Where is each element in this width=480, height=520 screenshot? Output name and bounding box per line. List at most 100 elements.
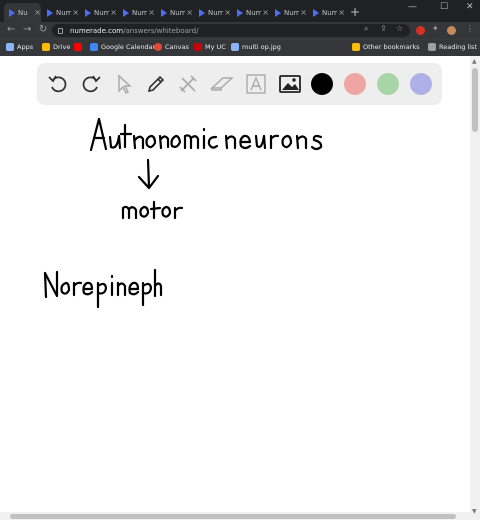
tab-label: Nume <box>94 8 110 17</box>
bookmark-multi-op[interactable]: multi op.jpg <box>231 43 281 51</box>
text-icon[interactable] <box>243 72 269 96</box>
numerade-tab-icon <box>123 8 129 17</box>
tab-4[interactable]: Nume × <box>118 3 155 22</box>
tab-close-icon[interactable]: × <box>110 8 117 17</box>
image-icon[interactable] <box>277 72 303 96</box>
handwriting-autonomic-neurons <box>89 117 323 152</box>
numerade-tab-icon <box>161 8 167 17</box>
close-window-icon[interactable]: ✕ <box>466 2 474 12</box>
vertical-scrollbar[interactable]: ▲ ▼ <box>470 56 480 520</box>
bookmark-youtube[interactable] <box>74 43 85 51</box>
bookmark-canvas[interactable]: Canvas <box>154 43 189 51</box>
bookmark-label: Reading list <box>439 43 477 51</box>
numerade-tab-icon <box>237 8 243 17</box>
handwriting-norepineph <box>43 268 163 309</box>
tab-label: Nume <box>284 8 300 17</box>
tab-strip: Nu × Nume × Nume × Nume × Nume × Nume × <box>0 0 480 22</box>
profile-avatar[interactable] <box>447 26 456 35</box>
browser-chrome: Nu × Nume × Nume × Nume × Nume × Nume × <box>0 0 480 56</box>
browser-toolbar: ← → ↻ numerade.com /answers/whiteboard/ … <box>0 22 480 39</box>
eraser-icon[interactable] <box>209 72 235 96</box>
tab-3[interactable]: Nume × <box>80 3 117 22</box>
tab-9[interactable]: Nume × <box>308 3 345 22</box>
folder-icon <box>352 43 360 51</box>
numerade-tab-icon <box>85 8 91 17</box>
bookmark-star-icon[interactable]: ☆ <box>396 24 403 33</box>
calendar-icon <box>90 43 98 51</box>
tab-close-icon[interactable]: × <box>300 8 307 17</box>
bookmark-label: Drive <box>53 43 71 51</box>
reading-list[interactable]: Reading list <box>428 43 477 51</box>
new-tab-button[interactable]: + <box>350 5 360 19</box>
horizontal-scroll-thumb[interactable] <box>10 514 456 519</box>
bookmark-label: Google Calendar <box>101 43 156 51</box>
tab-label: Nume <box>322 8 338 17</box>
tab-close-icon[interactable]: × <box>72 8 79 17</box>
scroll-up-icon[interactable]: ▲ <box>472 58 477 65</box>
redo-icon[interactable] <box>78 72 104 96</box>
tab-label: Nume <box>56 8 72 17</box>
undo-icon[interactable] <box>45 72 71 96</box>
search-icon[interactable]: ⌕ <box>364 24 368 34</box>
bookmark-label: Canvas <box>165 43 189 51</box>
handwriting-motor <box>121 200 184 220</box>
tools-icon[interactable] <box>175 72 201 96</box>
color-pink-swatch[interactable] <box>344 73 366 95</box>
tab-close-icon[interactable]: × <box>148 8 155 17</box>
pen-icon[interactable] <box>143 72 169 96</box>
color-green-swatch[interactable] <box>377 73 399 95</box>
address-bar[interactable]: numerade.com /answers/whiteboard/ <box>52 24 410 37</box>
tab-close-icon[interactable]: × <box>186 8 193 17</box>
bookmark-label: My UC <box>205 43 226 51</box>
image-file-icon <box>231 43 239 51</box>
numerade-tab-icon <box>275 8 281 17</box>
color-black-swatch[interactable] <box>311 73 333 95</box>
bookmark-label: multi op.jpg <box>242 43 281 51</box>
bookmark-label: Apps <box>17 43 34 51</box>
tab-close-icon[interactable]: × <box>338 8 345 17</box>
youtube-icon <box>74 43 82 51</box>
other-bookmarks[interactable]: Other bookmarks <box>352 43 420 51</box>
scroll-down-icon[interactable]: ▼ <box>472 508 477 515</box>
reload-icon[interactable]: ↻ <box>39 24 47 35</box>
tab-5[interactable]: Nume × <box>156 3 193 22</box>
scroll-thumb[interactable] <box>472 68 478 132</box>
extension-icon[interactable] <box>416 26 425 35</box>
tab-label: Nu <box>18 8 28 17</box>
tab-1[interactable]: Nu × <box>4 3 41 22</box>
tab-7[interactable]: Nume × <box>232 3 269 22</box>
minimize-icon[interactable]: — <box>408 2 417 12</box>
color-lavender-swatch[interactable] <box>410 73 432 95</box>
numerade-tab-icon <box>199 8 205 17</box>
apps-grid-icon <box>6 43 14 51</box>
drive-icon <box>42 43 50 51</box>
select-icon[interactable] <box>111 72 137 96</box>
tab-2[interactable]: Nume × <box>42 3 79 22</box>
extensions-puzzle-icon[interactable]: ✦ <box>432 24 439 33</box>
maximize-icon[interactable]: ☐ <box>440 2 448 12</box>
numerade-tab-icon <box>47 8 53 17</box>
tab-close-icon[interactable]: × <box>262 8 269 17</box>
back-icon[interactable]: ← <box>7 24 15 35</box>
bookmark-apps[interactable]: Apps <box>6 43 33 51</box>
tab-close-icon[interactable]: × <box>34 8 41 17</box>
forward-icon[interactable]: → <box>23 24 31 35</box>
down-arrow-drawing <box>137 158 160 190</box>
uc-shield-icon <box>194 43 202 51</box>
bookmarks-bar: Apps Drive Google Calendar Canvas My UC … <box>0 39 480 56</box>
browser-menu-icon[interactable]: ⋮ <box>466 24 474 33</box>
tab-6[interactable]: Nume × <box>194 3 231 22</box>
whiteboard-canvas[interactable] <box>0 105 470 510</box>
tab-label: Nume <box>208 8 224 17</box>
bookmark-google-calendar[interactable]: Google Calendar <box>90 43 155 51</box>
canvas-icon <box>154 43 162 51</box>
tab-8[interactable]: Nume × <box>270 3 307 22</box>
share-icon[interactable]: ⇪ <box>380 24 387 33</box>
tab-label: Nume <box>170 8 186 17</box>
horizontal-scrollbar[interactable] <box>0 512 470 520</box>
url-host: numerade.com <box>70 26 124 35</box>
bookmark-drive[interactable]: Drive <box>42 43 70 51</box>
bookmark-my-uc[interactable]: My UC <box>194 43 226 51</box>
bookmark-label: Other bookmarks <box>363 43 420 51</box>
tab-close-icon[interactable]: × <box>224 8 231 17</box>
